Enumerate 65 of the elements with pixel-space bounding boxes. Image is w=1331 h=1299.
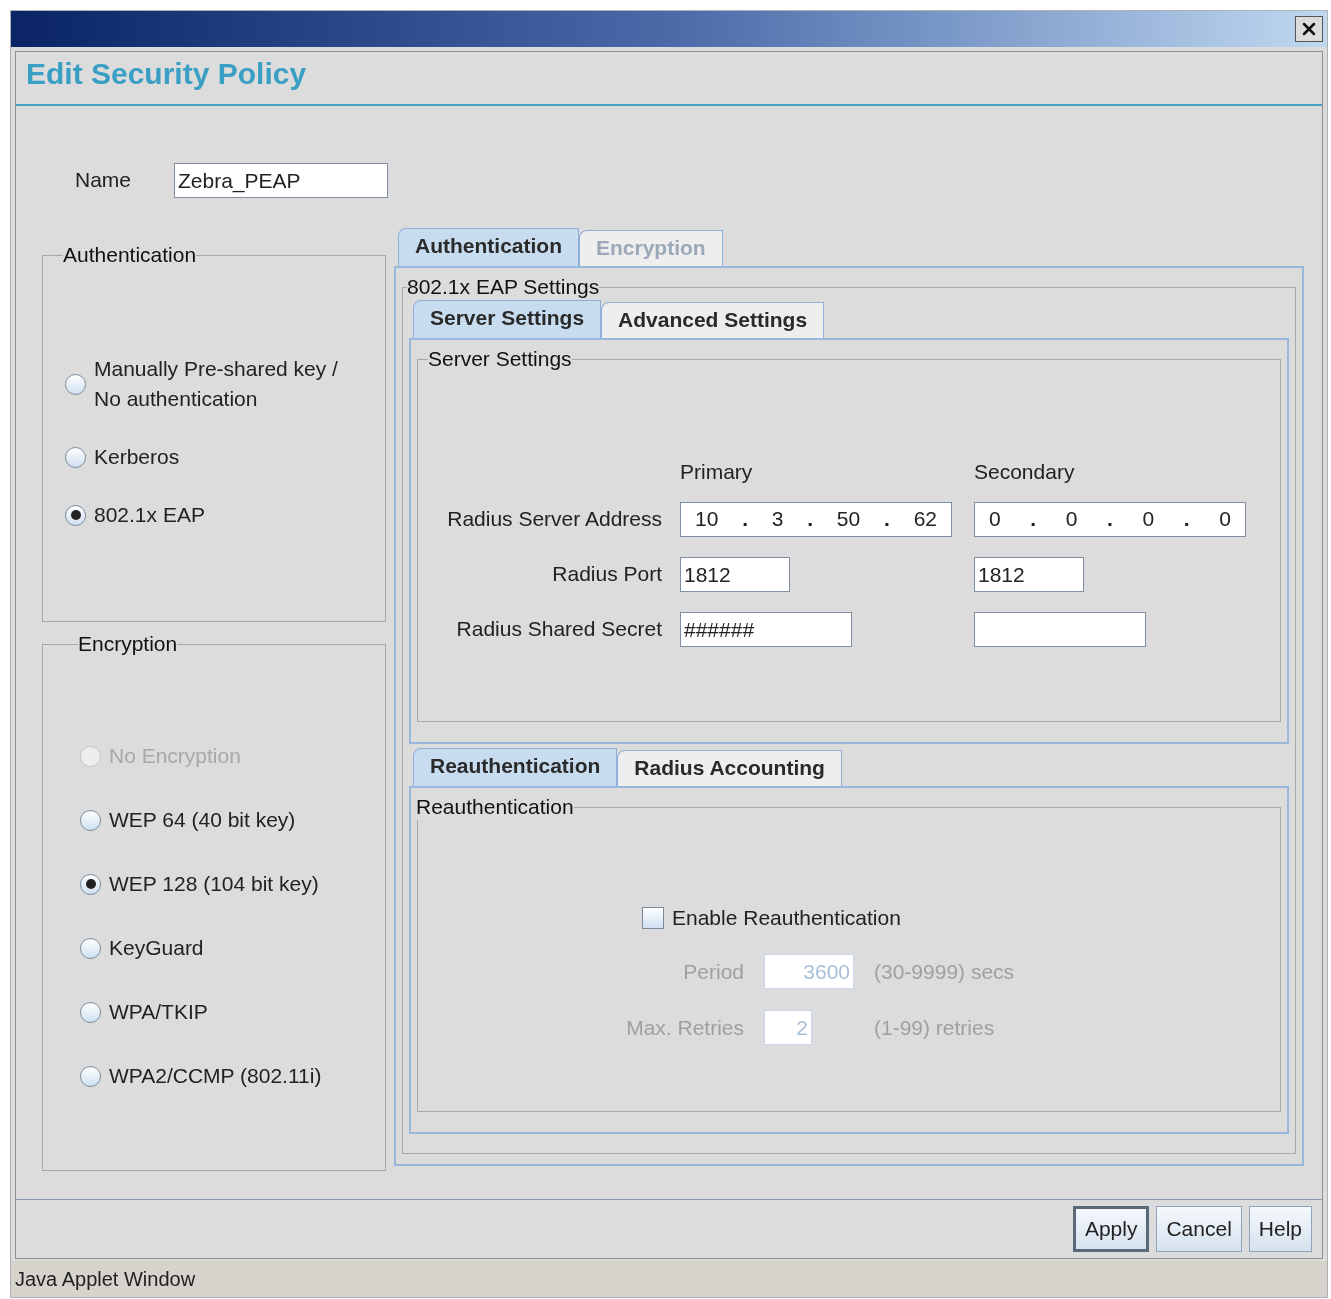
status-bar: Java Applet Window <box>11 1261 1327 1297</box>
radio-button[interactable] <box>80 1001 101 1023</box>
dot-separator: . <box>1183 506 1190 533</box>
octet: 0 <box>1065 506 1078 533</box>
dialog-heading: Edit Security Policy <box>26 56 307 92</box>
octet: 0 <box>1142 506 1155 533</box>
field-label: Period <box>682 958 745 985</box>
column-header: Secondary <box>974 459 1076 485</box>
column-header: Primary <box>680 459 754 485</box>
option-label: WPA2/CCMP (802.11i) <box>109 1063 322 1089</box>
tab[interactable]: Advanced Settings <box>601 302 825 338</box>
close-icon[interactable] <box>1295 16 1323 42</box>
octet: 10 <box>695 506 719 533</box>
dot-separator: . <box>807 506 814 533</box>
tab[interactable]: Server Settings <box>413 300 602 338</box>
field-label: Radius Port <box>551 561 663 588</box>
dialog-button[interactable]: Cancel <box>1156 1206 1242 1252</box>
option-label: WEP 128 (104 bit key) <box>109 871 319 897</box>
checkbox[interactable] <box>642 906 664 929</box>
octet: 3 <box>771 506 784 533</box>
group-title: Authentication <box>63 242 197 268</box>
group-title: Encryption <box>78 631 178 657</box>
radio-button[interactable] <box>65 373 86 395</box>
ip-address-field[interactable]: 10 . 3 . 50 . 62 <box>680 501 952 537</box>
option-label: Manually Pre-shared key / No authentication <box>94 356 338 412</box>
octet: 0 <box>1219 506 1231 533</box>
option-label: WEP 64 (40 bit key) <box>109 807 296 833</box>
group-title: Reauthentication <box>416 794 574 820</box>
dialog-button[interactable]: Help <box>1248 1206 1312 1252</box>
radio-button[interactable] <box>65 446 86 468</box>
radio-button[interactable] <box>80 873 101 895</box>
group-title: Server Settings <box>428 346 572 372</box>
text-field[interactable]: ###### <box>680 611 852 647</box>
field-label: Radius Shared Secret <box>455 616 663 643</box>
dot-separator: . <box>1030 506 1037 533</box>
option-label: Kerberos <box>94 444 180 470</box>
range-hint: (30-9999) secs <box>874 958 1015 985</box>
dialog-button[interactable]: Apply <box>1072 1206 1150 1252</box>
radio-button[interactable] <box>80 937 101 959</box>
text-field[interactable]: 1812 <box>974 556 1084 592</box>
field-label: Name <box>74 167 133 194</box>
tab[interactable]: Radius Accounting <box>617 750 842 786</box>
tab[interactable]: Reauthentication <box>413 748 618 786</box>
text-field[interactable]: 1812 <box>680 556 790 592</box>
checkbox-label: Enable Reauthentication <box>672 905 901 931</box>
option-label: KeyGuard <box>109 935 204 961</box>
octet: 0 <box>989 506 1001 533</box>
group-title: 802.1x EAP Settings <box>407 274 600 300</box>
tab[interactable]: Authentication <box>398 228 579 266</box>
radio-button[interactable] <box>65 504 86 526</box>
field-label: Max. Retries <box>625 1014 745 1041</box>
octet: 62 <box>913 506 937 533</box>
text-field[interactable]: Zebra_PEAP <box>174 162 388 198</box>
radio-button[interactable] <box>80 809 101 831</box>
dot-separator: . <box>1107 506 1113 533</box>
ip-address-field[interactable]: 0 . 0 . 0 . 0 <box>974 501 1246 537</box>
text-field[interactable] <box>974 611 1146 647</box>
option-label: WPA/TKIP <box>109 999 208 1025</box>
option-label: 802.1x EAP <box>94 502 205 528</box>
dot-separator: . <box>884 506 890 533</box>
octet: 50 <box>836 506 861 533</box>
dot-separator: . <box>742 506 748 533</box>
radio-button[interactable] <box>80 1065 101 1087</box>
range-hint: (1-99) retries <box>874 1014 995 1041</box>
field-label: Radius Server Address <box>446 506 663 533</box>
